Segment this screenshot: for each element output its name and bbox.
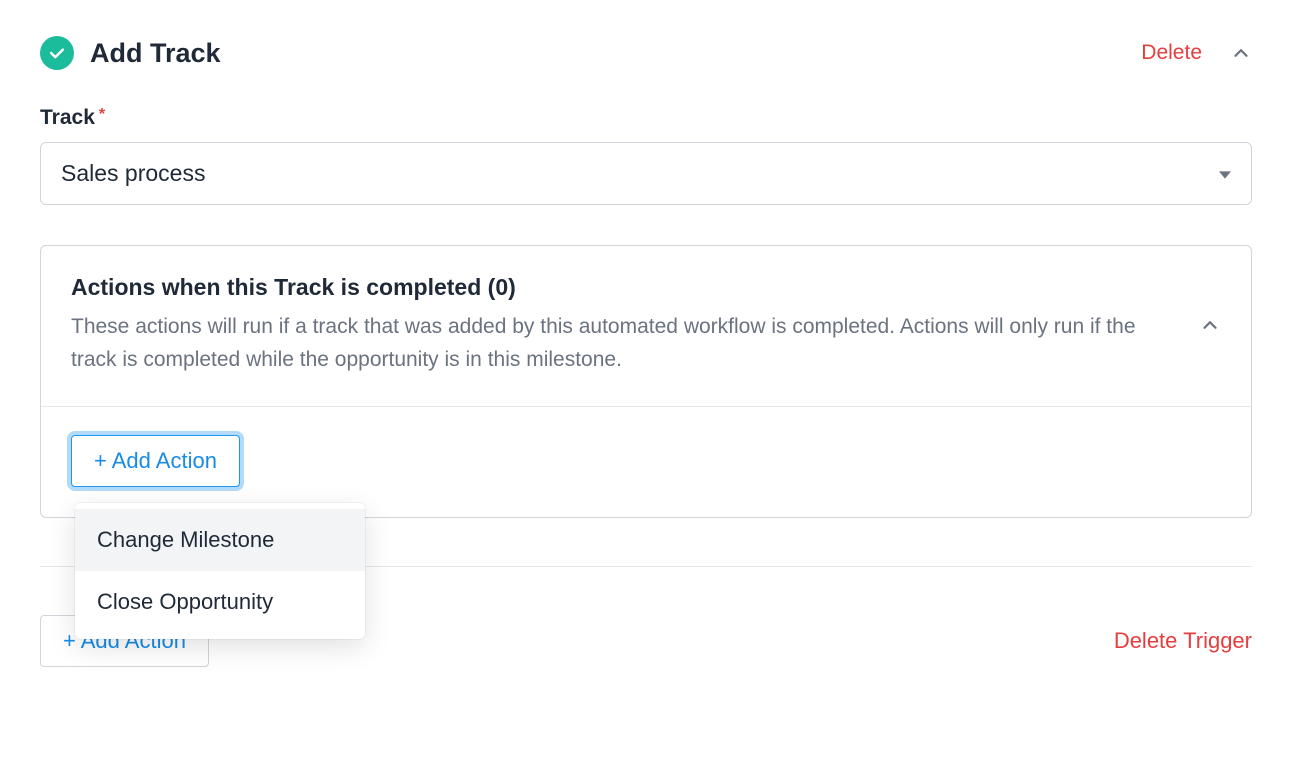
- menu-item-close-opportunity[interactable]: Close Opportunity: [75, 571, 365, 633]
- track-select[interactable]: Sales process: [40, 142, 1252, 205]
- track-field-label: Track*: [40, 106, 1252, 130]
- add-action-button[interactable]: + Add Action: [71, 435, 240, 487]
- panel-collapse-toggle[interactable]: [1199, 314, 1221, 336]
- collapse-toggle[interactable]: [1230, 42, 1252, 64]
- actions-when-completed-panel: Actions when this Track is completed (0)…: [40, 245, 1252, 518]
- required-asterisk: *: [99, 106, 105, 123]
- header-left: Add Track: [40, 36, 221, 70]
- caret-down-icon: [1219, 160, 1231, 187]
- menu-item-change-milestone[interactable]: Change Milestone: [75, 509, 365, 571]
- panel-body: + Add Action Change Milestone Close Oppo…: [41, 406, 1251, 517]
- checkmark-icon: [40, 36, 74, 70]
- delete-trigger-link[interactable]: Delete Trigger: [1114, 628, 1252, 654]
- add-action-dropdown: Change Milestone Close Opportunity: [75, 503, 365, 639]
- panel-header: Actions when this Track is completed (0)…: [41, 246, 1251, 406]
- section-title: Add Track: [90, 38, 221, 69]
- track-select-value: Sales process: [61, 160, 205, 187]
- panel-description: These actions will run if a track that w…: [71, 311, 1175, 376]
- header-actions: Delete: [1141, 41, 1252, 65]
- panel-title: Actions when this Track is completed (0): [71, 274, 1175, 301]
- section-header: Add Track Delete: [40, 36, 1252, 70]
- delete-link[interactable]: Delete: [1141, 41, 1202, 65]
